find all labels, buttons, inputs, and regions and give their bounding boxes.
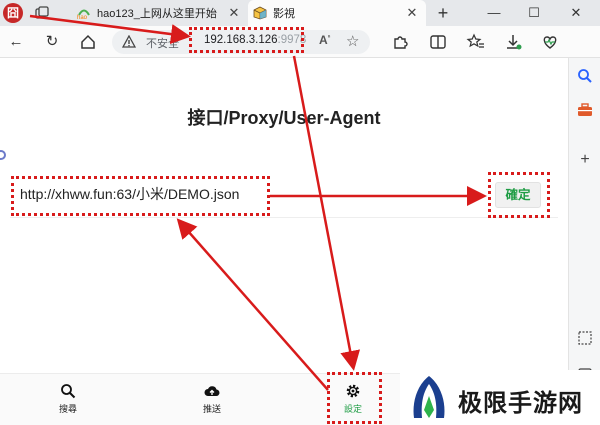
nav-push[interactable]: 推送 <box>177 374 247 425</box>
split-screen-icon[interactable] <box>428 32 448 52</box>
hao123-favicon: hao <box>77 9 90 20</box>
tab-yingshi[interactable]: 影視 ✕ <box>248 0 426 26</box>
read-aloud-icon[interactable]: Aⁿ <box>319 33 330 47</box>
tab-label: hao123_上网从这里开始 <box>97 8 217 20</box>
annotation-box-settings <box>327 372 382 424</box>
svg-text:hao: hao <box>77 15 88 20</box>
tab-close-icon[interactable]: ✕ <box>226 5 242 21</box>
watermark: 极限手游网 <box>400 370 600 425</box>
downloads-icon[interactable] <box>503 32 523 52</box>
extensions-puzzle-icon[interactable] <box>390 32 410 52</box>
minimize-button[interactable]: — <box>474 0 514 26</box>
tab-label: 影視 <box>273 8 295 20</box>
nav-label: 推送 <box>202 404 221 414</box>
box-favicon <box>253 6 267 20</box>
refresh-icon[interactable]: ↻ <box>42 32 62 52</box>
tab-hao123[interactable]: hao hao123_上网从这里开始 ✕ <box>72 0 248 26</box>
annotation-box-confirm <box>488 172 550 218</box>
search-icon <box>61 384 76 399</box>
favorites-list-icon[interactable] <box>466 32 486 52</box>
loading-indicator <box>0 150 6 160</box>
cloud-upload-icon <box>204 386 220 397</box>
tab-close-icon[interactable]: ✕ <box>404 5 420 21</box>
warning-icon <box>122 35 136 48</box>
browser-essentials-icon[interactable] <box>540 32 560 52</box>
window-close-button[interactable]: ✕ <box>556 0 596 26</box>
profile-avatar[interactable]: 囧 <box>3 3 23 23</box>
search-icon[interactable] <box>577 68 593 84</box>
screenshot-icon[interactable] <box>577 330 593 346</box>
annotation-box-input <box>11 176 270 216</box>
maximize-button[interactable]: ☐ <box>514 0 554 26</box>
watermark-text: 极限手游网 <box>458 388 583 417</box>
favorite-star-icon[interactable]: ☆ <box>346 32 359 50</box>
insecure-label: 不安全 <box>146 38 179 50</box>
toolbox-icon[interactable] <box>577 102 593 118</box>
watermark-logo-icon <box>413 376 445 418</box>
back-arrow-icon[interactable]: ← <box>6 32 26 52</box>
nav-search[interactable]: 搜尋 <box>33 374 103 425</box>
tab-strip: 囧 hao hao123_上网从这里开始 ✕ 影視 ✕ + — ☐ ✕ <box>0 0 600 26</box>
home-icon[interactable] <box>78 32 98 52</box>
page-title: 接口/Proxy/User-Agent <box>187 108 381 128</box>
nav-label: 搜尋 <box>58 404 77 414</box>
annotation-box-address <box>189 27 304 53</box>
add-sidebar-app-icon[interactable]: + <box>577 152 593 168</box>
new-tab-button[interactable]: + <box>432 2 454 24</box>
workspaces-icon[interactable] <box>34 5 50 21</box>
